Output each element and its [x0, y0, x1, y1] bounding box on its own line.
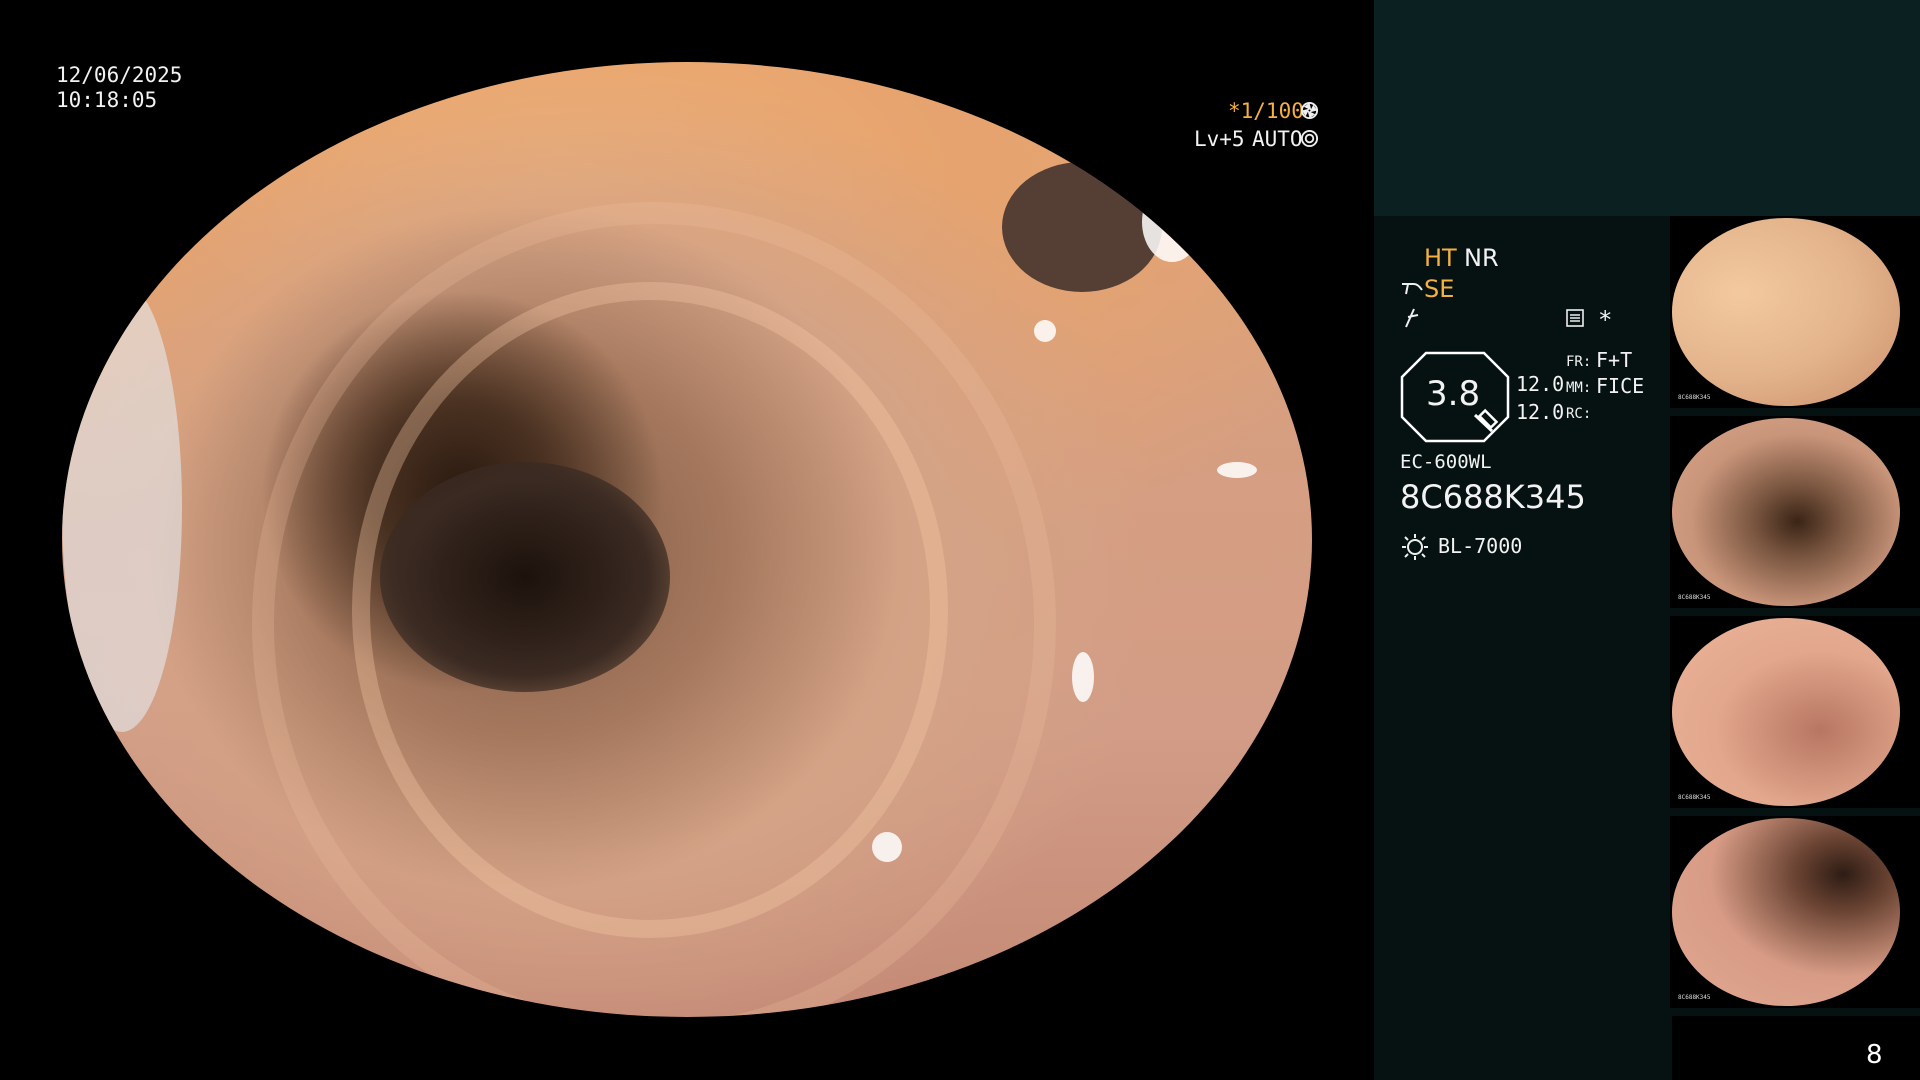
value-top: 12.0	[1516, 372, 1565, 396]
light-reflection	[62, 282, 182, 732]
thumbnail-image	[1672, 618, 1900, 806]
captured-image-1[interactable]: 8C688K345	[1670, 216, 1920, 408]
instrument-tip	[1002, 162, 1162, 292]
thumbnail-serial: 8C688K345	[1678, 794, 1711, 801]
scope-serial: 8C688K345	[1400, 478, 1586, 516]
light-reflection	[1072, 652, 1094, 702]
mm-value: FICE	[1596, 374, 1645, 398]
page-number: 8	[1866, 1040, 1883, 1070]
structure-enhance-icon	[1402, 283, 1423, 295]
record-settings-icon	[1566, 309, 1584, 327]
time-display: 10:18:05	[56, 88, 158, 112]
ht-indicator: HT	[1424, 244, 1457, 272]
value-bottom: 12.0	[1516, 400, 1565, 424]
captured-images-list: 8C688K345 8C688K345 8C688K345 8C688K345	[1670, 216, 1920, 1016]
exposure-mode: AUTO	[1252, 127, 1303, 151]
thumbnail-serial: 8C688K345	[1678, 994, 1711, 1001]
captured-image-2[interactable]: 8C688K345	[1670, 416, 1920, 608]
se-indicator: SE	[1424, 275, 1455, 303]
light-reflection	[872, 832, 902, 862]
brightness-level: Lv+5	[1194, 127, 1245, 151]
date-display: 12/06/2025	[56, 63, 183, 87]
mm-label: MM:	[1566, 380, 1592, 396]
light-source-model: BL-7000	[1438, 534, 1523, 558]
captured-image-4[interactable]: 8C688K345	[1670, 816, 1920, 1008]
light-reflection	[1142, 182, 1202, 262]
top-right-panel	[1374, 0, 1920, 216]
thumbnail-image	[1672, 818, 1900, 1006]
shutter-speed: *1/100	[1228, 99, 1304, 123]
thumbnail-serial: 8C688K345	[1678, 394, 1711, 401]
tone-curve-icon	[1405, 308, 1419, 328]
thumbnail-image	[1672, 418, 1900, 606]
thumbnail-image	[1672, 218, 1900, 406]
thumbnail-serial: 8C688K345	[1678, 594, 1711, 601]
captured-image-3[interactable]: 8C688K345	[1670, 616, 1920, 808]
info-panel	[1374, 216, 1672, 1080]
endoscopy-screen: 12/06/2025 10:18:05 *1/100 Lv+5 AUTO HT …	[0, 0, 1920, 1080]
fr-label: FR:	[1566, 354, 1592, 370]
light-source-icon	[1402, 534, 1428, 560]
zoom-value: 3.8	[1426, 374, 1481, 414]
lumen	[380, 462, 670, 692]
scope-model: EC-600WL	[1400, 451, 1492, 473]
endoscope-live-view	[62, 62, 1312, 1017]
rc-label: RC:	[1566, 406, 1592, 422]
asterisk-indicator: *	[1598, 306, 1613, 334]
nr-indicator: NR	[1464, 244, 1499, 272]
shutter-icon	[1300, 101, 1319, 120]
auto-iris-icon	[1300, 129, 1319, 148]
fr-value: F+T	[1596, 348, 1633, 372]
light-reflection	[1217, 462, 1257, 478]
light-reflection	[1034, 320, 1056, 342]
